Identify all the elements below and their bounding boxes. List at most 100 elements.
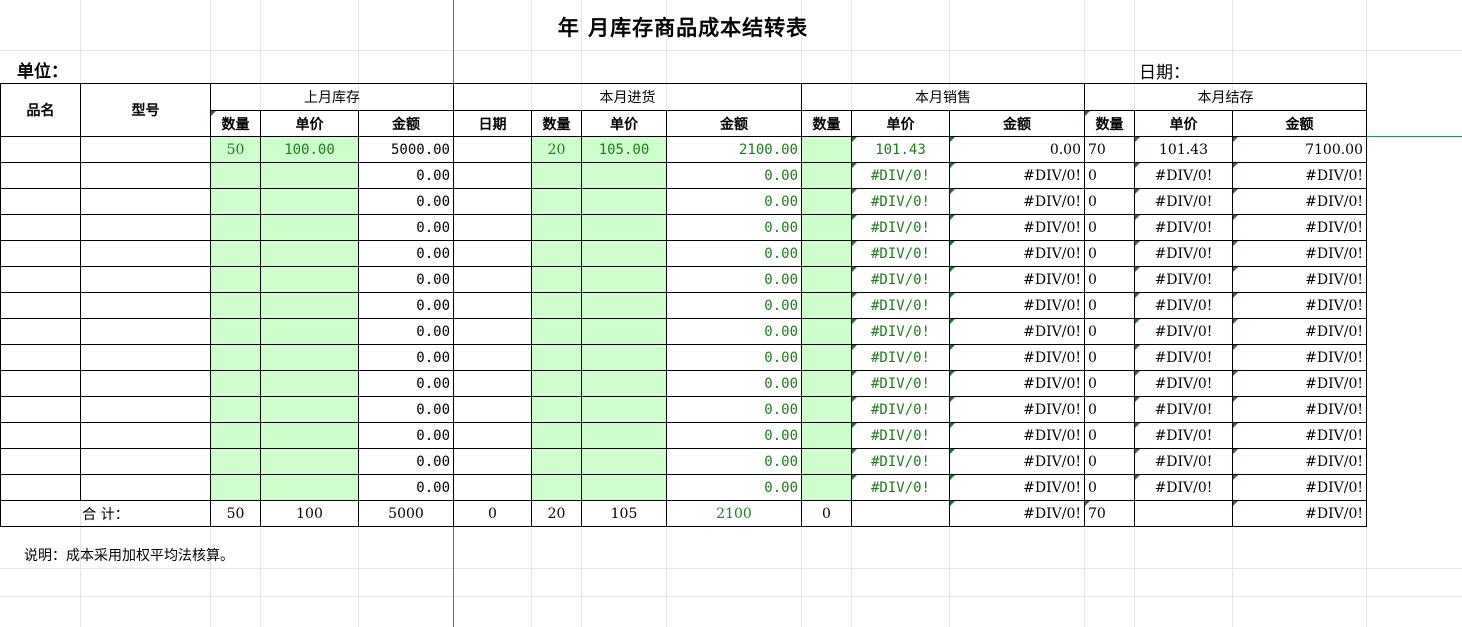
cell-e-qty[interactable]: 0 (1084, 370, 1135, 397)
cell-s-amt[interactable]: #DIV/0! (949, 474, 1085, 501)
cell-empty[interactable] (0, 344, 81, 371)
cell-empty[interactable] (80, 474, 211, 501)
cell-p-qty[interactable] (210, 396, 261, 423)
cell-s-price[interactable]: #DIV/0! (851, 266, 950, 293)
subheader-qty[interactable]: 数量 (531, 110, 582, 137)
cell-empty[interactable] (0, 136, 81, 163)
cell-b-price[interactable] (581, 370, 667, 397)
cell-empty[interactable] (801, 292, 852, 319)
cell-e-qty[interactable]: 0 (1084, 448, 1135, 475)
cell-e-amt[interactable]: #DIV/0! (1232, 188, 1367, 215)
header-prev-stock[interactable]: 上月库存 (210, 83, 454, 111)
cell-p-amt[interactable]: 0.00 (358, 344, 454, 371)
cell-b-qty[interactable] (531, 448, 582, 475)
cell-e-price[interactable]: #DIV/0! (1134, 370, 1233, 397)
cell-p-qty[interactable] (210, 448, 261, 475)
sheet-title[interactable]: 年 月库存商品成本结转表 (0, 12, 1366, 42)
cell-s-price[interactable]: #DIV/0! (851, 396, 950, 423)
cell-b-qty[interactable] (531, 292, 582, 319)
cell-e-price[interactable]: #DIV/0! (1134, 474, 1233, 501)
cell-s-amt[interactable]: #DIV/0! (949, 344, 1085, 371)
cell-b-qty[interactable] (531, 370, 582, 397)
cell-p-qty[interactable] (210, 240, 261, 267)
cell-empty[interactable] (0, 240, 81, 267)
total-cell[interactable]: 105 (581, 500, 667, 527)
cell-e-amt[interactable]: #DIV/0! (1232, 344, 1367, 371)
subheader-qty[interactable]: 数量 (801, 110, 852, 137)
header-model[interactable]: 型号 (80, 83, 211, 137)
total-cell[interactable]: 100 (260, 500, 359, 527)
cell-p-amt[interactable]: 0.00 (358, 240, 454, 267)
cell-empty[interactable] (801, 188, 852, 215)
header-ending[interactable]: 本月结存 (1084, 83, 1367, 111)
cell-b-price[interactable]: 105.00 (581, 136, 667, 163)
cell-empty[interactable] (80, 318, 211, 345)
cell-empty[interactable] (453, 344, 532, 371)
cell-e-amt[interactable]: #DIV/0! (1232, 318, 1367, 345)
cell-empty[interactable] (801, 474, 852, 501)
cell-s-amt[interactable]: #DIV/0! (949, 396, 1085, 423)
cell-p-price[interactable] (260, 448, 359, 475)
subheader-amount[interactable]: 金额 (1232, 110, 1367, 137)
cell-p-qty[interactable] (210, 318, 261, 345)
cell-empty[interactable] (0, 292, 81, 319)
cell-e-qty[interactable]: 0 (1084, 422, 1135, 449)
cell-e-amt[interactable]: #DIV/0! (1232, 292, 1367, 319)
subheader-date[interactable]: 日期 (453, 110, 532, 137)
cell-p-amt[interactable]: 0.00 (358, 214, 454, 241)
cell-e-qty[interactable]: 0 (1084, 474, 1135, 501)
cell-e-amt[interactable]: #DIV/0! (1232, 240, 1367, 267)
total-cell[interactable]: 50 (210, 500, 261, 527)
cell-p-qty[interactable] (210, 344, 261, 371)
cell-b-price[interactable] (581, 448, 667, 475)
cell-s-amt[interactable]: #DIV/0! (949, 266, 1085, 293)
cell-empty[interactable] (0, 214, 81, 241)
cell-p-qty[interactable] (210, 370, 261, 397)
cell-e-qty[interactable]: 0 (1084, 396, 1135, 423)
cell-s-amt[interactable]: 0.00 (949, 136, 1085, 163)
cell-empty[interactable] (0, 188, 81, 215)
cell-e-qty[interactable]: 0 (1084, 162, 1135, 189)
cell-empty[interactable] (80, 162, 211, 189)
subheader-price[interactable]: 单价 (851, 110, 950, 137)
cell-empty[interactable] (0, 448, 81, 475)
cell-p-price[interactable] (260, 318, 359, 345)
cell-s-amt[interactable]: #DIV/0! (949, 292, 1085, 319)
cell-p-amt[interactable]: 0.00 (358, 188, 454, 215)
cell-empty[interactable] (0, 474, 81, 501)
cell-empty[interactable] (453, 370, 532, 397)
cell-b-amt[interactable]: 0.00 (666, 396, 802, 423)
cell-empty[interactable] (80, 344, 211, 371)
cell-b-qty[interactable] (531, 396, 582, 423)
total-cell[interactable]: #DIV/0! (949, 500, 1085, 527)
cell-b-qty[interactable] (531, 266, 582, 293)
cell-s-price[interactable]: #DIV/0! (851, 474, 950, 501)
cell-empty[interactable] (80, 396, 211, 423)
cell-p-qty[interactable] (210, 266, 261, 293)
cell-empty[interactable] (80, 448, 211, 475)
subheader-amount[interactable]: 金额 (949, 110, 1085, 137)
cell-empty[interactable] (801, 240, 852, 267)
cell-empty[interactable] (453, 318, 532, 345)
cell-b-qty[interactable] (531, 344, 582, 371)
cell-empty[interactable] (80, 292, 211, 319)
cell-b-qty[interactable]: 20 (531, 136, 582, 163)
total-cell[interactable]: 0 (453, 500, 532, 527)
cell-b-qty[interactable] (531, 188, 582, 215)
cell-e-amt[interactable]: #DIV/0! (1232, 422, 1367, 449)
cell-b-qty[interactable] (531, 162, 582, 189)
cell-empty[interactable] (80, 136, 211, 163)
note-text[interactable]: 说明：成本采用加权平均法核算。 (24, 545, 234, 565)
cell-empty[interactable] (80, 214, 211, 241)
cell-b-amt[interactable]: 0.00 (666, 162, 802, 189)
cell-empty[interactable] (80, 240, 211, 267)
cell-empty[interactable] (801, 214, 852, 241)
subheader-price[interactable]: 单价 (581, 110, 667, 137)
cell-p-qty[interactable] (210, 162, 261, 189)
cell-e-amt[interactable]: #DIV/0! (1232, 474, 1367, 501)
cell-e-qty[interactable]: 0 (1084, 266, 1135, 293)
cell-e-amt[interactable]: #DIV/0! (1232, 396, 1367, 423)
cell-e-amt[interactable]: #DIV/0! (1232, 448, 1367, 475)
cell-s-price[interactable]: #DIV/0! (851, 422, 950, 449)
cell-empty[interactable] (0, 370, 81, 397)
